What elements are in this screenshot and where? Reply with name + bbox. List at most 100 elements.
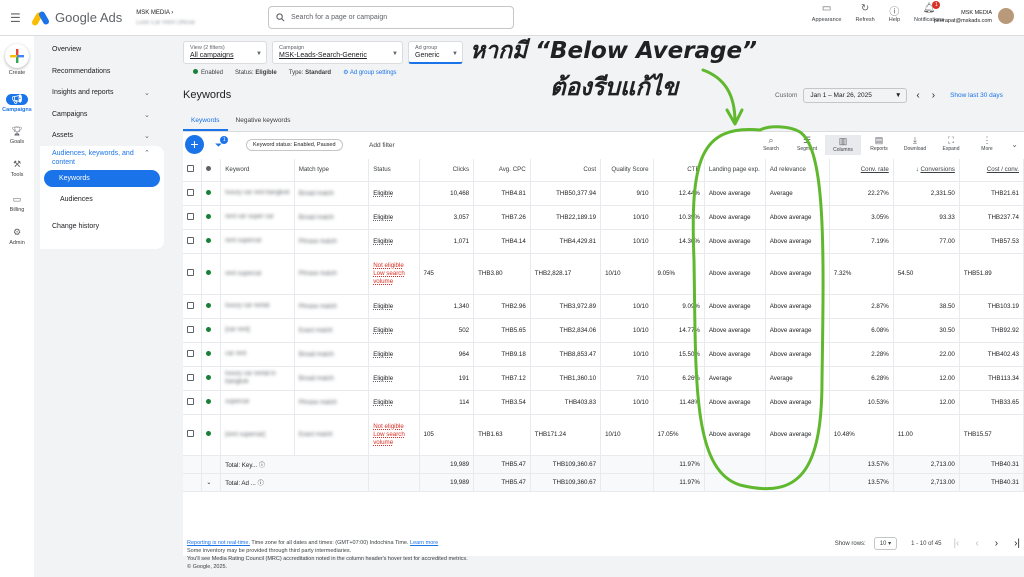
row-checkbox[interactable] bbox=[183, 342, 203, 367]
status-eligible[interactable]: Eligible bbox=[373, 238, 393, 245]
user-info[interactable]: MSK MEDIA peerapat@mskads.com bbox=[934, 9, 992, 25]
row-status-dot[interactable] bbox=[201, 229, 222, 254]
table-row[interactable]: supercar Phrase match Eligible 114 THB3.54 TH… bbox=[183, 390, 1024, 415]
avatar[interactable] bbox=[998, 8, 1014, 24]
expand-totals[interactable] bbox=[183, 473, 203, 492]
date-range-picker[interactable]: Jan 1 – Mar 26, 2025 ▼ bbox=[803, 88, 908, 103]
status-eligible[interactable]: Eligible bbox=[373, 351, 393, 358]
row-status-dot[interactable] bbox=[201, 366, 222, 391]
account-switcher[interactable]: MSK MEDIA › Luxe Car Rent Official bbox=[136, 8, 195, 28]
rail-tools[interactable]: ⚒ Tools bbox=[0, 159, 34, 178]
status-eligible[interactable]: Eligible bbox=[373, 190, 393, 197]
table-row[interactable]: rent supercar Phrase match Eligible 1,071 TH… bbox=[183, 229, 1024, 254]
col-status[interactable]: Status bbox=[368, 159, 420, 182]
expand-totals-chevron[interactable]: ⌄ bbox=[201, 473, 222, 492]
table-row[interactable]: [car rent] Exact match Eligible 502 THB5.65 T… bbox=[183, 318, 1024, 343]
row-checkbox[interactable] bbox=[183, 318, 203, 343]
rail-goals[interactable]: 🏆︎ Goals bbox=[0, 126, 34, 145]
row-checkbox[interactable] bbox=[183, 181, 203, 206]
ad-group-settings-link[interactable]: ⚙ Ad group settings bbox=[343, 69, 396, 76]
row-checkbox[interactable] bbox=[183, 205, 203, 230]
nav-change-history[interactable]: Change history bbox=[52, 223, 99, 230]
columns-button[interactable]: ▥ Columns bbox=[825, 135, 861, 155]
table-row[interactable]: luxury car rental in bangkok Broad match E… bbox=[183, 366, 1024, 391]
search-box[interactable]: Search for a page or campaign bbox=[268, 6, 514, 29]
search-button[interactable]: ⌕ Search bbox=[753, 135, 789, 155]
expand-button[interactable]: ⛶ Expand bbox=[933, 135, 969, 155]
nav-audiences-keywords[interactable]: Audiences, keywords, and content ⌃ bbox=[52, 149, 150, 167]
table-row[interactable]: luxury car rent bangkok Broad match Eligib… bbox=[183, 181, 1024, 206]
download-button[interactable]: ⤓ Download bbox=[897, 135, 933, 155]
status-eligible[interactable]: Eligible bbox=[373, 375, 393, 382]
nav-overview[interactable]: Overview bbox=[52, 46, 81, 53]
keyword-cell[interactable]: [car rent] bbox=[220, 318, 295, 343]
nav-insights[interactable]: Insights and reports ⌄ bbox=[52, 89, 150, 97]
nav-recommendations[interactable]: Recommendations bbox=[52, 68, 110, 75]
rail-billing[interactable]: ▭ Billing bbox=[0, 194, 34, 213]
date-prev-button[interactable]: ‹ bbox=[916, 90, 919, 101]
col-conversions[interactable]: ↓ Conversions bbox=[893, 159, 960, 182]
row-checkbox[interactable] bbox=[183, 253, 203, 295]
first-page-button[interactable]: |‹ bbox=[953, 538, 959, 549]
keyword-cell[interactable]: luxury car rental in bangkok bbox=[220, 366, 295, 391]
select-all-checkbox[interactable] bbox=[183, 159, 203, 182]
rail-admin[interactable]: ⚙ Admin bbox=[0, 227, 34, 246]
col-conv-rate[interactable]: Conv. rate bbox=[829, 159, 894, 182]
row-checkbox[interactable] bbox=[183, 414, 203, 456]
nav-campaigns[interactable]: Campaigns ⌄ bbox=[52, 111, 150, 119]
keyword-cell[interactable]: car rent bbox=[220, 342, 295, 367]
row-checkbox[interactable] bbox=[183, 366, 203, 391]
status-eligible[interactable]: Eligible bbox=[373, 399, 393, 406]
reports-button[interactable]: ▤ Reports bbox=[861, 135, 897, 155]
campaign-filter[interactable]: Campaign MSK-Leads-Search-Generic ▼ bbox=[272, 41, 403, 64]
col-cost[interactable]: Cost bbox=[530, 159, 602, 182]
tab-keywords[interactable]: Keywords bbox=[183, 112, 228, 131]
row-status-dot[interactable] bbox=[201, 414, 222, 456]
row-status-dot[interactable] bbox=[201, 181, 222, 206]
keyword-cell[interactable]: luxury car rent bangkok bbox=[220, 181, 295, 206]
menu-icon[interactable]: ☰ bbox=[10, 11, 26, 25]
keyword-cell[interactable]: rent supercar bbox=[220, 253, 295, 295]
refresh-button[interactable]: ↻ Refresh bbox=[855, 3, 874, 23]
row-status-dot[interactable] bbox=[201, 342, 222, 367]
reporting-link[interactable]: Reporting is not real-time. bbox=[187, 540, 250, 546]
add-filter-button[interactable]: Add filter bbox=[369, 142, 395, 149]
row-checkbox[interactable] bbox=[183, 390, 203, 415]
status-eligible[interactable]: Eligible bbox=[373, 303, 393, 310]
create-button[interactable] bbox=[5, 44, 29, 68]
enabled-status[interactable]: Enabled bbox=[193, 69, 223, 76]
segment-button[interactable]: ☰ Segment bbox=[789, 135, 825, 155]
help-button[interactable]: ⓘ Help bbox=[889, 3, 900, 23]
tab-negative-keywords[interactable]: Negative keywords bbox=[228, 112, 299, 131]
help-icon[interactable]: ⓘ bbox=[259, 462, 265, 469]
col-ad-relevance[interactable]: Ad relevance bbox=[765, 159, 830, 182]
table-row[interactable]: [rent supercar] Exact match Not eligible L… bbox=[183, 414, 1024, 456]
help-icon[interactable]: ⓘ bbox=[258, 480, 264, 487]
show-last-30-days-link[interactable]: Show last 30 days bbox=[950, 92, 1003, 99]
status-eligible[interactable]: Eligible bbox=[373, 214, 393, 221]
appearance-button[interactable]: ▭ Appearance bbox=[812, 3, 842, 23]
table-row[interactable]: rent car super car Broad match Eligible 3,0… bbox=[183, 205, 1024, 230]
add-keyword-button[interactable]: + bbox=[185, 135, 204, 154]
table-row[interactable]: rent supercar Phrase match Not eligible Lo… bbox=[183, 253, 1024, 295]
nav-keywords[interactable]: Keywords bbox=[44, 170, 160, 187]
chevron-down-icon[interactable]: ⌄ bbox=[1011, 140, 1018, 149]
row-status-dot[interactable] bbox=[201, 253, 222, 295]
status-eligible[interactable]: Eligible bbox=[373, 327, 393, 334]
col-ctr[interactable]: CTR bbox=[653, 159, 705, 182]
prev-page-button[interactable]: ‹ bbox=[975, 538, 978, 549]
status-not-eligible[interactable]: Not eligible Low search volume bbox=[373, 262, 414, 286]
table-row[interactable]: luxury car rental Phrase match Eligible 1,3… bbox=[183, 294, 1024, 319]
rail-campaigns[interactable]: 📢︎ Campaigns bbox=[0, 94, 34, 113]
view-filter[interactable]: View (2 filters) All campaigns ▼ bbox=[183, 41, 267, 64]
col-clicks[interactable]: Clicks bbox=[419, 159, 475, 182]
more-button[interactable]: ⋮ More bbox=[969, 135, 1005, 155]
keyword-cell[interactable]: rent car super car bbox=[220, 205, 295, 230]
keyword-cell[interactable]: [rent supercar] bbox=[220, 414, 295, 456]
row-checkbox[interactable] bbox=[183, 229, 203, 254]
date-next-button[interactable]: › bbox=[932, 90, 935, 101]
rows-per-page-select[interactable]: 10 ▾ bbox=[873, 537, 898, 550]
keyword-status-chip[interactable]: Keyword status: Enabled, Paused bbox=[246, 139, 343, 151]
table-row[interactable]: car rent Broad match Eligible 964 THB9.18 THB… bbox=[183, 342, 1024, 367]
keyword-cell[interactable]: supercar bbox=[220, 390, 295, 415]
